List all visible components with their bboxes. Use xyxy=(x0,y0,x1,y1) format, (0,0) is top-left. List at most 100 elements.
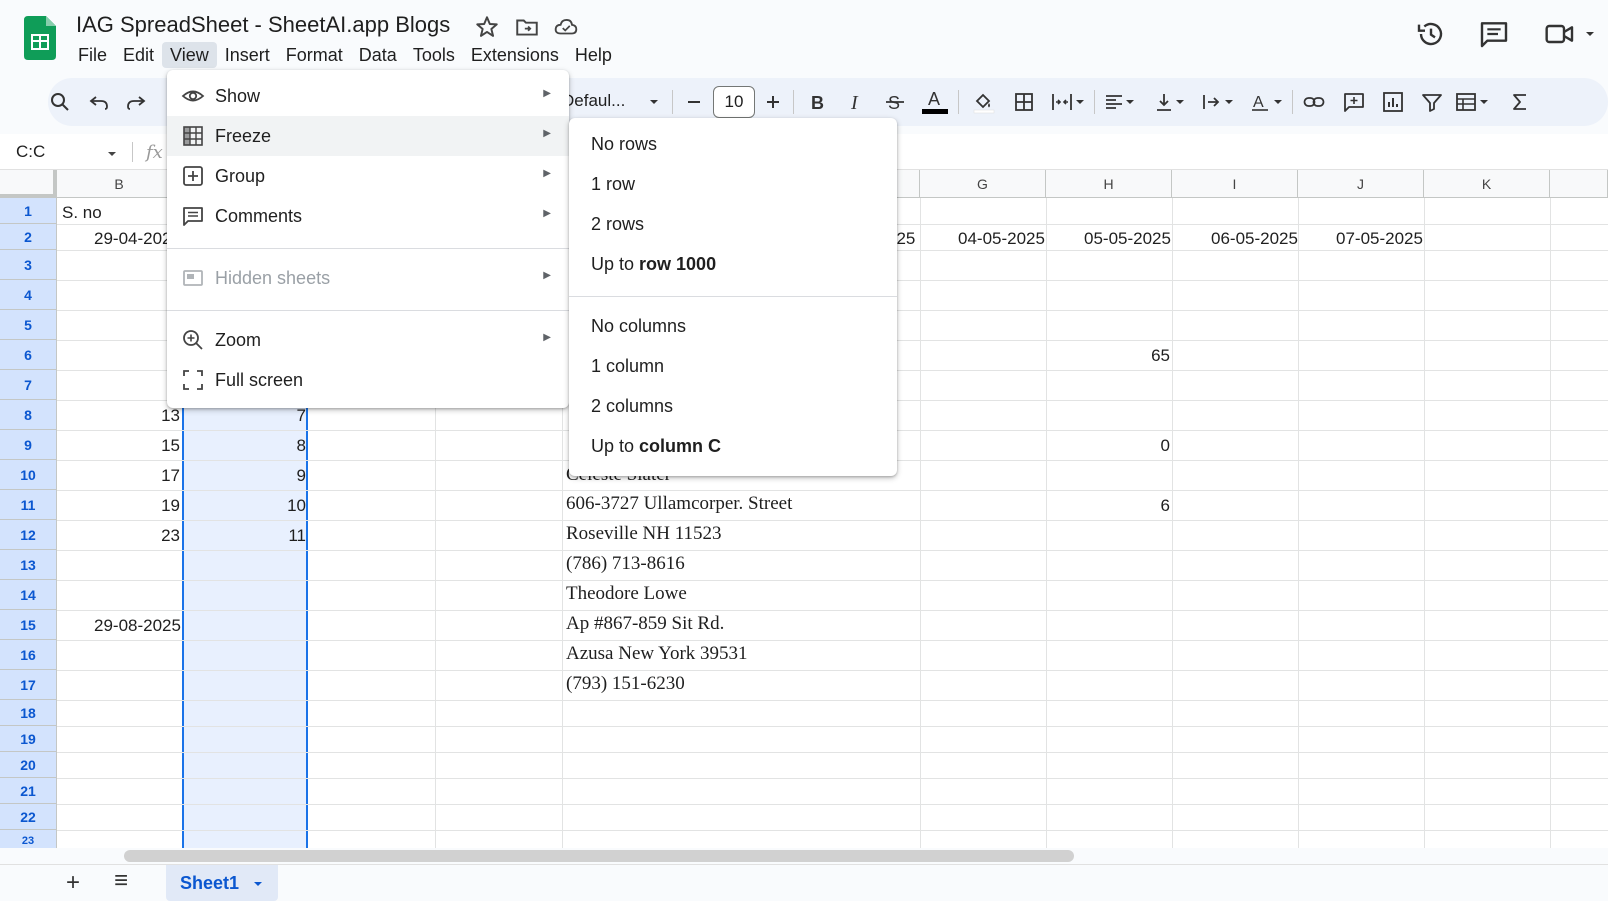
row-header-12[interactable]: 12 xyxy=(0,520,57,550)
cell-f14[interactable]: Theodore Lowe xyxy=(566,583,687,605)
row-header-9[interactable]: 9 xyxy=(0,430,57,460)
row-header-14[interactable]: 14 xyxy=(0,580,57,610)
text-rotation-icon[interactable]: A xyxy=(1248,90,1272,114)
cell-f13[interactable]: (786) 713-8616 xyxy=(566,553,685,575)
view-menu-comments[interactable]: Comments ▶ xyxy=(167,196,569,236)
row-header-2[interactable]: 2 xyxy=(0,224,57,250)
cell-b10[interactable]: 17 xyxy=(100,466,180,486)
view-menu-show[interactable]: Show ▶ xyxy=(167,76,569,116)
menu-tools[interactable]: Tools xyxy=(405,42,463,68)
freeze-2-rows[interactable]: 2 rows xyxy=(569,204,897,244)
fill-color-icon[interactable] xyxy=(972,90,996,114)
horizontal-align-icon[interactable] xyxy=(1102,90,1126,114)
cell-f12[interactable]: Roseville NH 11523 xyxy=(566,523,722,545)
menu-extensions[interactable]: Extensions xyxy=(463,42,567,68)
cell-b12[interactable]: 23 xyxy=(100,526,180,546)
column-header-g[interactable]: G xyxy=(920,170,1046,198)
row-header-3[interactable]: 3 xyxy=(0,250,57,280)
name-box[interactable]: C:C xyxy=(16,142,45,162)
font-family-select[interactable]: Defaul... xyxy=(562,91,625,111)
chevron-down-icon[interactable] xyxy=(1478,96,1490,108)
freeze-up-to-column[interactable]: Up to column C xyxy=(569,426,897,466)
vertical-align-icon[interactable] xyxy=(1152,90,1176,114)
chevron-down-icon[interactable] xyxy=(1272,96,1284,108)
insert-link-icon[interactable] xyxy=(1302,90,1326,114)
cell-c10[interactable]: 9 xyxy=(226,466,306,486)
increase-font-size-button[interactable] xyxy=(761,90,785,114)
cell-b15[interactable]: 29-08-2025 xyxy=(94,616,181,636)
redo-icon[interactable] xyxy=(124,90,148,114)
chevron-down-icon[interactable] xyxy=(648,96,660,108)
cell-f15[interactable]: Ap #867-859 Sit Rd. xyxy=(566,613,724,635)
bold-icon[interactable]: B xyxy=(805,90,829,114)
cell-j2[interactable]: 07-05-2025 xyxy=(1336,229,1423,249)
chevron-down-icon[interactable] xyxy=(1223,96,1235,108)
row-header-8[interactable]: 8 xyxy=(0,400,57,430)
meet-video-icon[interactable] xyxy=(1544,18,1576,50)
row-header-7[interactable]: 7 xyxy=(0,370,57,400)
row-header-6[interactable]: 6 xyxy=(0,340,57,370)
view-menu-freeze[interactable]: Freeze ▶ xyxy=(167,116,569,156)
cloud-saved-icon[interactable] xyxy=(553,14,579,40)
row-header-17[interactable]: 17 xyxy=(0,670,57,700)
view-menu-full-screen[interactable]: Full screen xyxy=(167,360,569,400)
row-header-21[interactable]: 21 xyxy=(0,778,57,804)
freeze-2-columns[interactable]: 2 columns xyxy=(569,386,897,426)
menu-insert[interactable]: Insert xyxy=(217,42,278,68)
row-header-23[interactable]: 23 xyxy=(0,830,57,848)
row-header-13[interactable]: 13 xyxy=(0,550,57,580)
font-size-input[interactable]: 10 xyxy=(713,86,755,118)
add-sheet-button[interactable]: + xyxy=(66,869,80,897)
chevron-down-icon[interactable] xyxy=(1174,96,1186,108)
document-title[interactable]: IAG SpreadSheet - SheetAI.app Blogs xyxy=(76,12,450,38)
functions-icon[interactable] xyxy=(1508,90,1532,114)
chevron-down-icon[interactable] xyxy=(252,878,264,890)
view-menu-group[interactable]: Group ▶ xyxy=(167,156,569,196)
cell-h2[interactable]: 05-05-2025 xyxy=(1084,229,1171,249)
row-header-20[interactable]: 20 xyxy=(0,752,57,778)
horizontal-scrollbar[interactable] xyxy=(124,850,1074,862)
sheets-logo-icon[interactable] xyxy=(24,16,56,60)
cell-c8[interactable]: 7 xyxy=(226,406,306,426)
search-icon[interactable] xyxy=(48,90,72,114)
row-header-19[interactable]: 19 xyxy=(0,726,57,752)
cell-b2[interactable]: 29-04-202 xyxy=(94,229,172,249)
chevron-down-icon[interactable] xyxy=(1124,96,1136,108)
column-header-i[interactable]: I xyxy=(1172,170,1298,198)
filter-views-icon[interactable] xyxy=(1454,90,1478,114)
column-header-h[interactable]: H xyxy=(1046,170,1172,198)
menu-format[interactable]: Format xyxy=(278,42,351,68)
row-header-22[interactable]: 22 xyxy=(0,804,57,830)
chevron-down-icon[interactable] xyxy=(1074,96,1086,108)
text-color-icon[interactable]: A xyxy=(920,86,950,116)
column-header-b[interactable]: B xyxy=(57,170,182,198)
version-history-icon[interactable] xyxy=(1415,18,1447,50)
menu-help[interactable]: Help xyxy=(567,42,620,68)
insert-chart-icon[interactable] xyxy=(1381,90,1405,114)
column-header-j[interactable]: J xyxy=(1298,170,1424,198)
cell-f11[interactable]: 606-3727 Ullamcorper. Street xyxy=(566,493,792,515)
all-sheets-button[interactable]: ≡ xyxy=(114,867,128,895)
cell-c11[interactable]: 10 xyxy=(226,496,306,516)
cell-b8[interactable]: 13 xyxy=(100,406,180,426)
row-header-5[interactable]: 5 xyxy=(0,310,57,340)
strikethrough-icon[interactable]: S xyxy=(883,90,907,114)
cell-h6[interactable]: 65 xyxy=(1100,346,1170,366)
row-header-1[interactable]: 1 xyxy=(0,198,57,224)
row-header-15[interactable]: 15 xyxy=(0,610,57,640)
sheet-tab-sheet1[interactable]: Sheet1 xyxy=(166,865,278,901)
filter-icon[interactable] xyxy=(1420,90,1444,114)
merge-cells-icon[interactable] xyxy=(1050,90,1074,114)
borders-icon[interactable] xyxy=(1012,90,1036,114)
menu-file[interactable]: File xyxy=(70,42,115,68)
cell-f17[interactable]: (793) 151-6230 xyxy=(566,673,685,695)
chevron-down-icon[interactable] xyxy=(1584,28,1596,40)
cell-b11[interactable]: 19 xyxy=(100,496,180,516)
menu-data[interactable]: Data xyxy=(351,42,405,68)
row-header-11[interactable]: 11 xyxy=(0,490,57,520)
cell-h11[interactable]: 6 xyxy=(1100,496,1170,516)
undo-icon[interactable] xyxy=(87,90,111,114)
view-menu-zoom[interactable]: Zoom ▶ xyxy=(167,320,569,360)
cell-i2[interactable]: 06-05-2025 xyxy=(1211,229,1298,249)
move-folder-icon[interactable] xyxy=(514,14,540,40)
